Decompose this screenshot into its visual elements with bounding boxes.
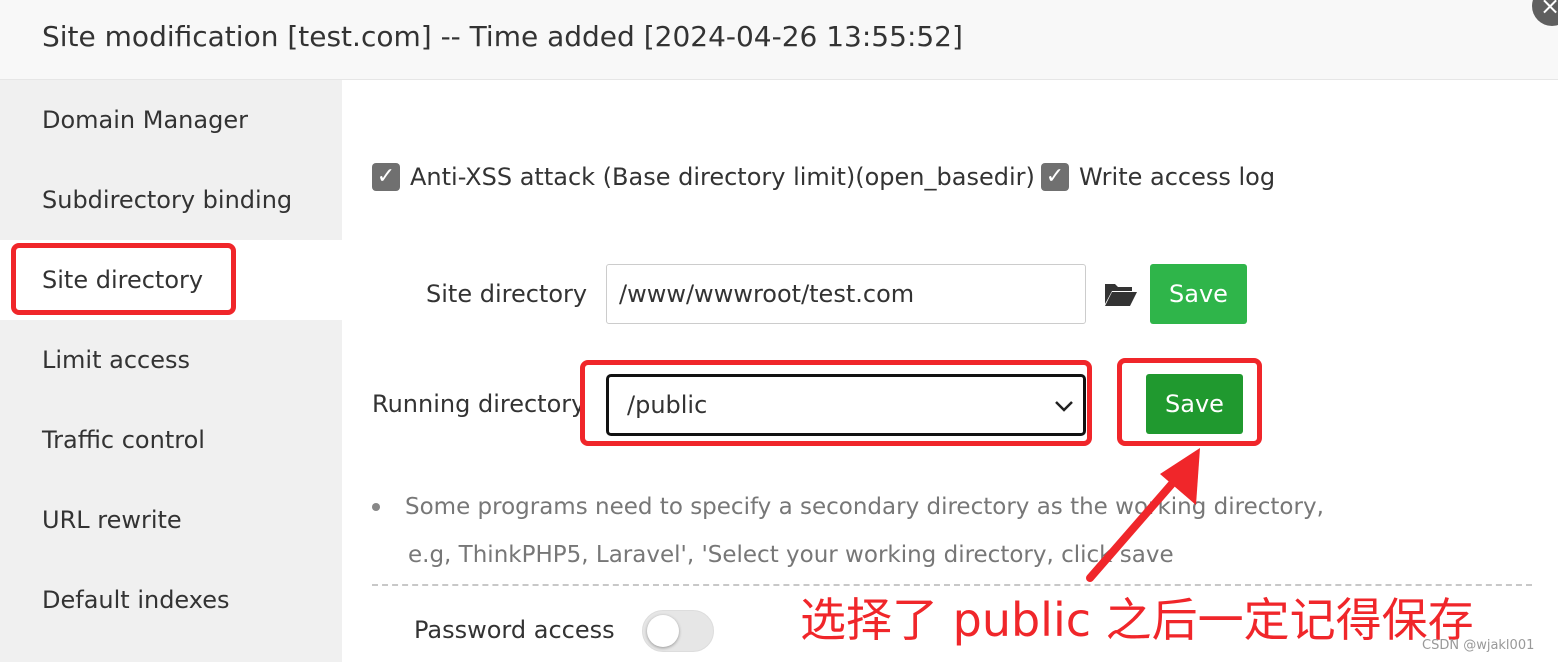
dialog-header: Site modification [test.com] -- Time add…: [0, 0, 1558, 80]
sidebar: Domain Manager Subdirectory binding Site…: [0, 80, 342, 662]
watermark: CSDN @wjakl001: [1422, 638, 1535, 653]
folder-open-icon[interactable]: [1104, 280, 1138, 308]
sidebar-item-subdirectory-binding[interactable]: Subdirectory binding: [0, 160, 342, 240]
running-directory-label: Running directory: [372, 390, 586, 418]
sidebar-item-label: Site directory: [42, 266, 204, 294]
help-text-line2: e.g, ThinkPHP5, Laravel', 'Select your w…: [408, 542, 1174, 568]
save-highlight-box: [1117, 358, 1262, 446]
sidebar-item-label: URL rewrite: [42, 506, 182, 534]
site-directory-input[interactable]: [606, 264, 1086, 324]
sidebar-item-traffic-control[interactable]: Traffic control: [0, 400, 342, 480]
sidebar-item-label: Limit access: [42, 346, 190, 374]
sidebar-item-limit-access[interactable]: Limit access: [0, 320, 342, 400]
password-access-label: Password access: [414, 616, 615, 644]
sidebar-item-label: Domain Manager: [42, 106, 248, 134]
password-access-toggle[interactable]: [642, 610, 714, 652]
help-text-line1: Some programs need to specify a secondar…: [405, 494, 1324, 520]
toggle-knob: [647, 615, 679, 647]
sidebar-item-label: Subdirectory binding: [42, 186, 293, 214]
dialog-title: Site modification [test.com] -- Time add…: [42, 20, 963, 53]
sidebar-item-label: Default indexes: [42, 586, 230, 614]
help-bullet: [372, 503, 380, 511]
sidebar-item-domain-manager[interactable]: Domain Manager: [0, 80, 342, 160]
sidebar-item-url-rewrite[interactable]: URL rewrite: [0, 480, 342, 560]
site-directory-save-button[interactable]: Save: [1150, 264, 1247, 324]
anti-xss-checkbox[interactable]: ✓: [372, 163, 400, 191]
sidebar-item-default-indexes[interactable]: Default indexes: [0, 560, 342, 640]
select-highlight-box: [580, 360, 1092, 446]
anti-xss-label: Anti-XSS attack (Base directory limit)(o…: [410, 163, 1035, 191]
access-log-label: Write access log: [1079, 163, 1276, 191]
site-directory-label: Site directory: [426, 280, 588, 308]
access-log-checkbox[interactable]: ✓: [1041, 163, 1069, 191]
sidebar-item-label: Traffic control: [42, 426, 205, 454]
annotation-text: 选择了 public 之后一定记得保存: [800, 593, 1474, 647]
